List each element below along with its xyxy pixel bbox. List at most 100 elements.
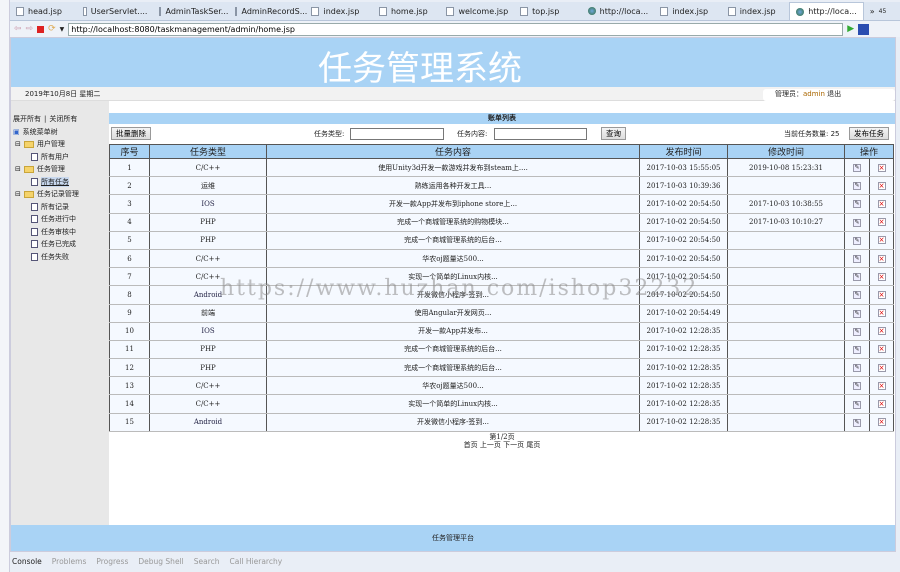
task-content-input[interactable] [494, 128, 587, 140]
tree-root[interactable]: ▣ 系统菜单树 [13, 126, 107, 139]
view-tab-console[interactable]: Console [12, 557, 42, 566]
editor-tab[interactable]: http://loca... [789, 2, 864, 20]
edit-icon[interactable]: ✎ [853, 400, 861, 409]
url-input[interactable] [68, 22, 844, 36]
publish-task-button[interactable]: 发布任务 [849, 127, 889, 140]
table-row[interactable]: 12 PHP 完成一个商城管理系统的后台... 2017-10-02 12:28:35… [109, 358, 894, 378]
delete-icon[interactable]: × [877, 236, 886, 245]
edit-icon[interactable]: ✎ [853, 327, 861, 336]
delete-icon[interactable]: × [877, 400, 886, 409]
delete-icon[interactable]: × [877, 363, 886, 372]
delete-icon[interactable]: × [877, 163, 886, 172]
back-icon[interactable]: ⇦ [14, 24, 22, 34]
refresh-icon[interactable]: ⟳ [48, 24, 56, 34]
table-row[interactable]: 10 IOS 开发一款App并发布... 2017-10-02 12:28:35 ✎ × [109, 321, 894, 341]
edit-icon[interactable]: ✎ [853, 218, 861, 227]
next-page-link[interactable]: 下一页 [503, 441, 524, 449]
tab-overflow[interactable]: » 45 [864, 2, 900, 20]
table-row[interactable]: 6 C/C++ 华农oj题量达500... 2017-10-02 20:54:50 ✎ × [109, 248, 894, 269]
collapse-all-link[interactable]: 关闭所有 [49, 114, 77, 124]
delete-icon[interactable]: × [877, 381, 886, 390]
delete-icon[interactable]: × [877, 199, 886, 208]
editor-tab[interactable]: AdminRecordS... [229, 2, 307, 20]
edit-icon[interactable]: ✎ [853, 164, 861, 173]
editor-tab[interactable]: top.jsp [514, 2, 581, 20]
tree-item[interactable]: 任务审核中 [13, 226, 107, 239]
tree-item[interactable]: 任务已完成 [13, 238, 107, 251]
delete-icon[interactable]: × [877, 327, 886, 336]
edit-icon[interactable]: ✎ [853, 273, 861, 282]
delete-icon[interactable]: × [877, 290, 886, 299]
tree-item[interactable]: 所有记录 [13, 201, 107, 214]
collapse-icon[interactable]: ⊟ [15, 140, 21, 148]
table-row[interactable]: 13 C/C++ 华农oj题量达500... 2017-10-02 12:28:35 ✎… [109, 376, 894, 396]
editor-tab[interactable]: index.jsp [722, 2, 789, 20]
stop-icon[interactable] [37, 25, 45, 33]
view-tab-problems[interactable]: Problems [52, 557, 87, 566]
delete-icon[interactable]: × [877, 418, 886, 427]
edit-icon[interactable]: ✎ [853, 345, 861, 354]
first-page-link[interactable]: 首页 [464, 441, 478, 449]
go-icon[interactable]: ▶ [847, 24, 854, 34]
delete-icon[interactable]: × [877, 181, 886, 190]
edit-icon[interactable]: ✎ [853, 182, 861, 191]
editor-tab[interactable]: index.jsp [654, 2, 721, 20]
table-row[interactable]: 7 C/C++ 实现一个简单的Linux内核... 2017-10-02 20:54:… [109, 267, 894, 287]
edit-icon[interactable]: ✎ [853, 364, 861, 373]
view-tab-search[interactable]: Search [194, 557, 220, 566]
tree-group[interactable]: ⊟ 用户管理 [13, 138, 107, 151]
delete-icon[interactable]: × [877, 272, 886, 281]
table-row[interactable]: 2 运维 熟练运用各种开发工具... 2017-10-03 10:39:36 ✎ × [109, 176, 894, 196]
table-row[interactable]: 4 PHP 完成一个商城管理系统的购物模块... 2017-10-02 20:54:5… [109, 212, 894, 232]
edit-icon[interactable]: ✎ [853, 200, 861, 209]
collapse-icon[interactable]: ⊟ [15, 165, 21, 173]
editor-tab[interactable]: UserServlet.... [77, 2, 153, 20]
table-row[interactable]: 8 Android 开发微信小程序-签到... 2017-10-02 20:54:50… [109, 285, 894, 305]
logout-link[interactable]: 退出 [827, 90, 841, 98]
tree-item[interactable]: 任务失败 [13, 251, 107, 264]
collapse-icon[interactable]: ⊟ [15, 190, 21, 198]
edit-icon[interactable]: ✎ [853, 309, 861, 318]
editor-tab[interactable]: welcome.jsp [440, 2, 514, 20]
dropdown-icon[interactable]: ▼ [60, 26, 65, 33]
cell-index: 1 [109, 157, 150, 178]
view-tab-progress[interactable]: Progress [96, 557, 128, 566]
table-row[interactable]: 15 Android 开发微信小程序-签到... 2017-10-02 12:28:3… [109, 412, 894, 432]
expand-all-link[interactable]: 展开所有 [13, 114, 41, 124]
edit-icon[interactable]: ✎ [853, 382, 861, 391]
table-row[interactable]: 11 PHP 完成一个商城管理系统的后台... 2017-10-02 12:28:35… [109, 339, 894, 360]
forward-icon[interactable]: ⇨ [26, 24, 34, 34]
table-row[interactable]: 3 IOS 开发一款App并发布到iphone store上... 2017-10-0… [109, 194, 894, 214]
edit-icon[interactable]: ✎ [853, 255, 861, 264]
delete-icon[interactable]: × [877, 345, 886, 354]
table-row[interactable]: 9 前端 使用Angular开发网页... 2017-10-02 20:54:49 ✎ × [109, 303, 894, 323]
browser-icon[interactable] [858, 23, 870, 35]
table-row[interactable]: 5 PHP 完成一个商城管理系统的后台... 2017-10-02 20:54:50 ✎… [109, 230, 894, 250]
task-type-input[interactable] [350, 128, 444, 140]
view-tab-debug-shell[interactable]: Debug Shell [138, 557, 183, 566]
delete-icon[interactable]: × [877, 309, 886, 318]
editor-tab[interactable]: head.jsp [10, 2, 77, 20]
table-row[interactable]: 14 C/C++ 实现一个简单的Linux内核... 2017-10-02 12:28… [109, 394, 894, 414]
table-row[interactable]: 1 C/C++ 使用Unity3d开发一款游戏并发布到steam上.... 2017-… [109, 157, 894, 178]
delete-icon[interactable]: × [877, 254, 886, 263]
edit-icon[interactable]: ✎ [853, 291, 861, 300]
editor-tab[interactable]: index.jsp [305, 2, 372, 20]
tree-group[interactable]: ⊟ 任务管理 [13, 163, 107, 176]
tree-item[interactable]: 所有任务 [13, 176, 107, 189]
last-page-link[interactable]: 尾页 [526, 441, 540, 449]
editor-tab[interactable]: http://loca... [582, 2, 655, 20]
query-button[interactable]: 查询 [601, 127, 626, 140]
batch-delete-button[interactable]: 批量删除 [111, 127, 151, 140]
view-tab-call-hierarchy[interactable]: Call Hierarchy [230, 557, 283, 566]
edit-icon[interactable]: ✎ [853, 236, 861, 245]
delete-icon[interactable]: × [877, 218, 886, 227]
prev-page-link[interactable]: 上一页 [480, 441, 501, 449]
date-bar: 2019年10月8日 星期二 管理员：admin 退出 [11, 87, 895, 101]
editor-tab[interactable]: home.jsp [373, 2, 440, 20]
tree-item[interactable]: 任务进行中 [13, 213, 107, 226]
editor-tab[interactable]: AdminTaskSer... [153, 2, 229, 20]
tree-item[interactable]: 所有用户 [13, 151, 107, 164]
tree-group[interactable]: ⊟ 任务记录管理 [13, 188, 107, 201]
edit-icon[interactable]: ✎ [853, 418, 861, 427]
